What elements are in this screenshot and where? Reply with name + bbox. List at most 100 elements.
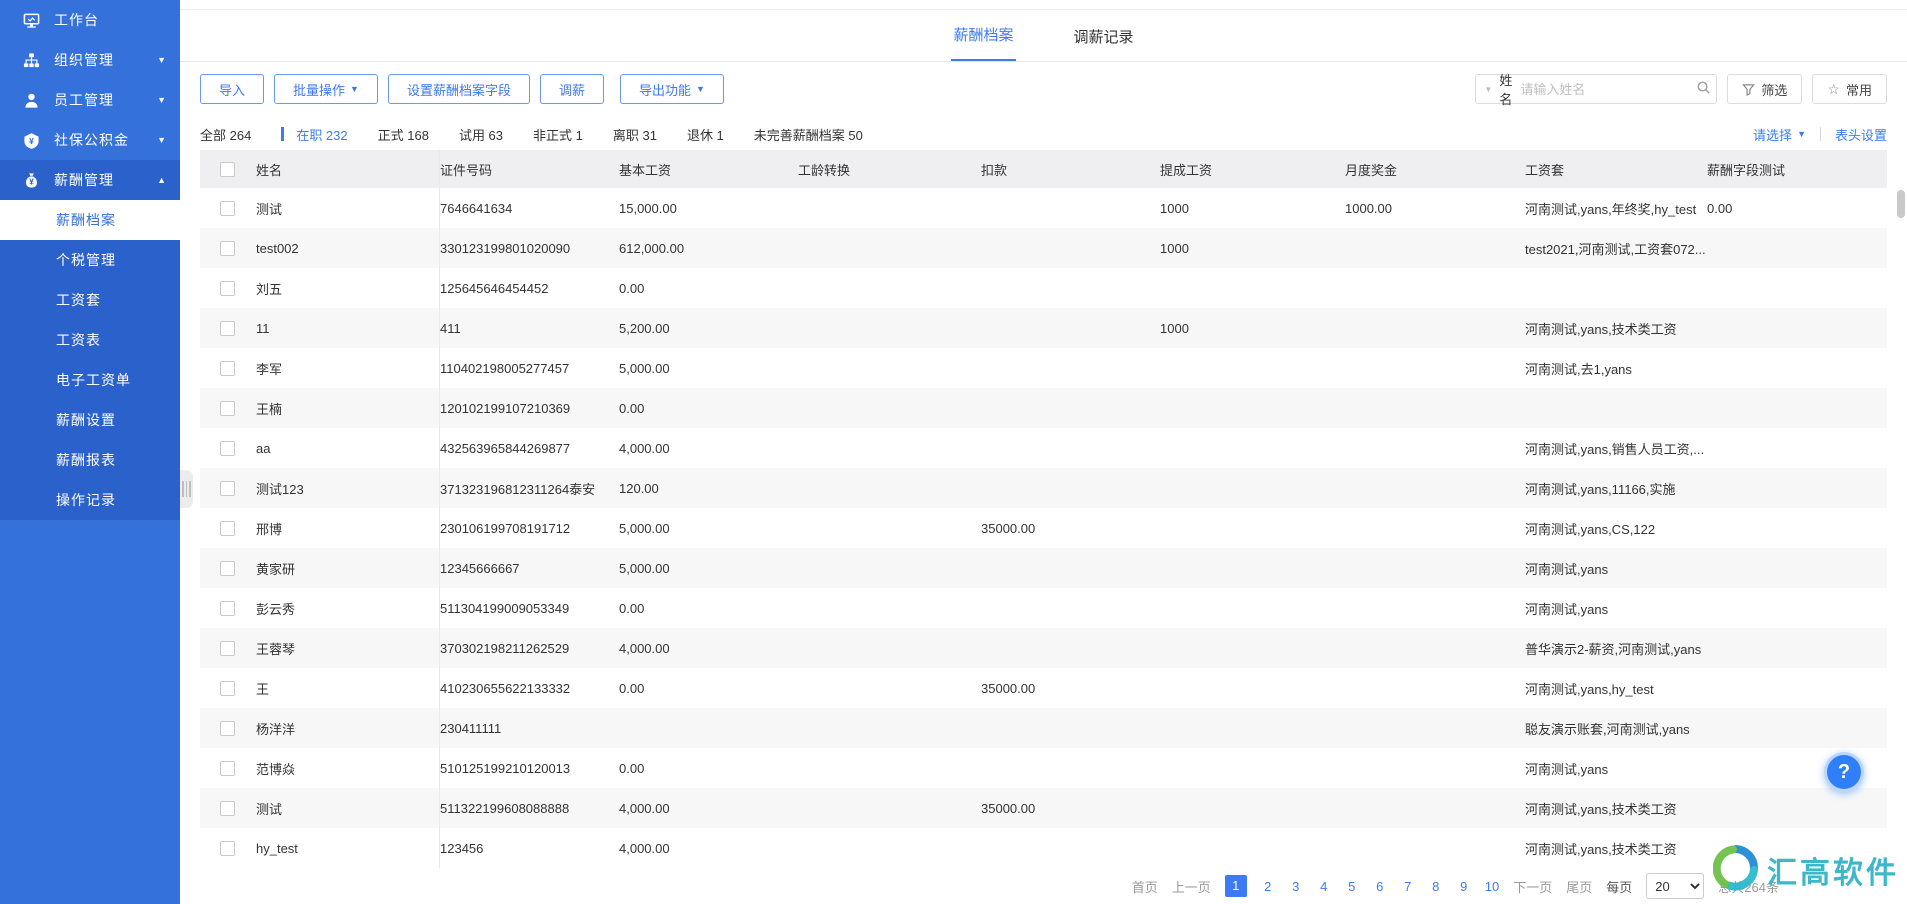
row-checkbox[interactable] (220, 481, 235, 496)
row-checkbox[interactable] (220, 201, 235, 216)
cell-基本工资: 5,200.00 (619, 308, 798, 348)
favorite-button[interactable]: ☆ 常用 (1812, 74, 1887, 104)
status-filter-bar: 全部 264 在职 232 正式 168 试用 63 非正式 1 离职 31 退休 1 未完善… (180, 118, 1907, 150)
table-row[interactable]: 刘五1256456464544520.00 (200, 268, 1887, 308)
sidebar-subitem-1[interactable]: 个税管理 (0, 240, 180, 280)
status-filter-1[interactable]: 在职 232 (281, 125, 347, 144)
row-checkbox[interactable] (220, 281, 235, 296)
toolbar-buttons: 导入 批量操作▼ 设置薪酬档案字段调薪导出功能▼ (200, 74, 734, 104)
status-filter-4[interactable]: 非正式 1 (533, 125, 583, 144)
cell-姓名: 黄家研 (256, 548, 440, 588)
row-checkbox[interactable] (220, 561, 235, 576)
row-checkbox[interactable] (220, 361, 235, 376)
per-page-select[interactable]: 20 (1646, 873, 1704, 899)
status-filter-2[interactable]: 正式 168 (378, 125, 429, 144)
table-row[interactable]: aa4325639658442698774,000.00河南测试,yans,销售… (200, 428, 1887, 468)
scrollbar-thumb[interactable] (1897, 190, 1905, 218)
pagination-prev[interactable]: 上一页 (1172, 877, 1211, 896)
row-checkbox-cell (200, 708, 256, 748)
pagination-page-6[interactable]: 6 (1373, 879, 1387, 894)
table-row[interactable]: 王楠1201021991072103690.00 (200, 388, 1887, 428)
sidebar-subitem-2[interactable]: 工资套 (0, 280, 180, 320)
table-row[interactable]: 邢博2301061997081917125,000.0035000.00河南测试… (200, 508, 1887, 548)
chevron-down-icon[interactable]: ▼ (1484, 85, 1492, 94)
sidebar-subitem-7[interactable]: 操作记录 (0, 480, 180, 520)
sidebar-subitem-5[interactable]: 薪酬设置 (0, 400, 180, 440)
table-row[interactable]: test002330123199801020090612,000.001000t… (200, 228, 1887, 268)
pagination-page-9[interactable]: 9 (1457, 879, 1471, 894)
row-checkbox[interactable] (220, 841, 235, 856)
row-checkbox[interactable] (220, 401, 235, 416)
cell-提成工资 (1160, 428, 1345, 468)
pagination-page-10[interactable]: 10 (1485, 879, 1499, 894)
sidebar-subitem-0[interactable]: 薪酬档案 (0, 200, 180, 240)
search-field-selector[interactable]: 姓名 (1499, 70, 1512, 108)
table-row[interactable]: 范博焱5101251992101200130.00河南测试,yans (200, 748, 1887, 788)
sidebar-subitem-6[interactable]: 薪酬报表 (0, 440, 180, 480)
row-checkbox[interactable] (220, 761, 235, 776)
status-filter-0[interactable]: 全部 264 (200, 125, 251, 144)
help-button[interactable]: ? (1824, 752, 1864, 792)
pagination-page-7[interactable]: 7 (1401, 879, 1415, 894)
pagination-page-1[interactable]: 1 (1225, 875, 1247, 897)
table-row[interactable]: 测试5113221996080888884,000.0035000.00河南测试… (200, 788, 1887, 828)
row-checkbox[interactable] (220, 641, 235, 656)
toolbar-button-label: 导入 (219, 80, 245, 99)
vertical-scrollbar[interactable] (1897, 190, 1905, 860)
sidebar-item-0[interactable]: 工作台 (0, 0, 180, 40)
table-row[interactable]: 114115,200.001000河南测试,yans,技术类工资 (200, 308, 1887, 348)
sidebar-item-3[interactable]: ¥社保公积金▼ (0, 120, 180, 160)
table-row[interactable]: 测试764664163415,000.0010001000.00河南测试,yan… (200, 188, 1887, 228)
pagination-first[interactable]: 首页 (1132, 877, 1158, 896)
row-checkbox[interactable] (220, 801, 235, 816)
row-checkbox[interactable] (220, 721, 235, 736)
pagination-page-2[interactable]: 2 (1261, 879, 1275, 894)
search-input[interactable] (1520, 82, 1696, 97)
status-filter-3[interactable]: 试用 63 (459, 125, 503, 144)
row-checkbox[interactable] (220, 441, 235, 456)
header-settings-link[interactable]: 表头设置 (1835, 125, 1887, 144)
toolbar-button-1[interactable]: 批量操作▼ (274, 74, 378, 104)
table-row[interactable]: 王蓉琴3703021982112625294,000.00普华演示2-薪资,河南… (200, 628, 1887, 668)
sidebar-collapse-handle[interactable] (180, 470, 193, 508)
cell-工龄转换 (798, 188, 981, 228)
toolbar-button-0[interactable]: 导入 (200, 74, 264, 104)
table-row[interactable]: 杨洋洋230411111聪友演示账套,河南测试,yans (200, 708, 1887, 748)
please-select-dropdown[interactable]: 请选择 ▼ (1753, 125, 1806, 144)
cell-姓名: test002 (256, 228, 440, 268)
table-row[interactable]: 黄家研123456666675,000.00河南测试,yans (200, 548, 1887, 588)
pagination-page-3[interactable]: 3 (1289, 879, 1303, 894)
tab-0[interactable]: 薪酬档案 (951, 24, 1015, 61)
status-filter-7[interactable]: 未完善薪酬档案 50 (754, 125, 863, 144)
table-row[interactable]: 彭云秀5113041990090533490.00河南测试,yans (200, 588, 1887, 628)
toolbar-button-2[interactable]: 设置薪酬档案字段 (388, 74, 530, 104)
pagination-next[interactable]: 下一页 (1513, 877, 1552, 896)
status-filter-6[interactable]: 退休 1 (687, 125, 724, 144)
sidebar-item-salary-management[interactable]: ¥ 薪酬管理 ▲ (0, 160, 180, 200)
row-checkbox[interactable] (220, 681, 235, 696)
sidebar-item-2[interactable]: 员工管理▼ (0, 80, 180, 120)
table-row[interactable]: 李军1104021980052774575,000.00河南测试,去1,yans (200, 348, 1887, 388)
table-row[interactable]: 王4102306556221333320.0035000.00河南测试,yans… (200, 668, 1887, 708)
row-checkbox[interactable] (220, 601, 235, 616)
row-checkbox[interactable] (220, 241, 235, 256)
pagination-page-4[interactable]: 4 (1317, 879, 1331, 894)
pagination-last[interactable]: 尾页 (1566, 877, 1592, 896)
filter-button[interactable]: 筛选 (1727, 74, 1802, 104)
status-filter-5[interactable]: 离职 31 (613, 125, 657, 144)
search-icon[interactable] (1696, 80, 1711, 98)
toolbar-button-3[interactable]: 调薪 (540, 74, 604, 104)
table-row[interactable]: hy_test1234564,000.00河南测试,yans,技术类工资 (200, 828, 1887, 868)
sidebar-item-1[interactable]: 组织管理▼ (0, 40, 180, 80)
row-checkbox-cell (200, 228, 256, 268)
select-all-checkbox[interactable] (220, 162, 235, 177)
row-checkbox[interactable] (220, 521, 235, 536)
table-row[interactable]: 测试123371323196812311264泰安120.00河南测试,yans… (200, 468, 1887, 508)
sidebar-subitem-3[interactable]: 工资表 (0, 320, 180, 360)
row-checkbox[interactable] (220, 321, 235, 336)
sidebar-subitem-4[interactable]: 电子工资单 (0, 360, 180, 400)
pagination-page-8[interactable]: 8 (1429, 879, 1443, 894)
toolbar-button-4[interactable]: 导出功能▼ (620, 74, 724, 104)
pagination-page-5[interactable]: 5 (1345, 879, 1359, 894)
tab-1[interactable]: 调薪记录 (1072, 26, 1136, 61)
